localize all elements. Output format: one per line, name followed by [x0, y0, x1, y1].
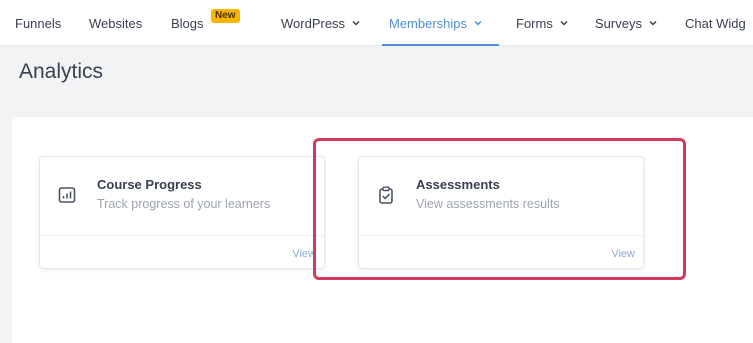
nav-item-label: Surveys	[595, 15, 642, 31]
nav-item-wordpress[interactable]: WordPress	[281, 0, 360, 46]
nav-item-label: Funnels	[15, 15, 62, 31]
nav-item-label: Blogs	[171, 15, 204, 31]
nav-item-forms[interactable]: Forms	[516, 0, 568, 46]
new-badge: New	[211, 9, 240, 23]
clipboard-check-icon	[379, 186, 393, 204]
card-body: Assessments View assessments results	[359, 157, 643, 236]
card-body: Course Progress Track progress of your l…	[40, 157, 324, 236]
card-title: Assessments	[416, 177, 500, 192]
card-title: Course Progress	[97, 177, 202, 192]
nav-item-label: Chat Widg	[685, 15, 746, 31]
page-title: Analytics	[19, 60, 104, 83]
nav-item-surveys[interactable]: Surveys	[595, 0, 657, 46]
card-description: View assessments results	[416, 197, 560, 211]
nav-item-label: Memberships	[389, 15, 468, 31]
card-description: Track progress of your learners	[97, 197, 271, 211]
view-link[interactable]: View	[292, 248, 316, 260]
course-progress-card[interactable]: Course Progress Track progress of your l…	[39, 156, 325, 269]
assessments-card[interactable]: Assessments View assessments results Vie…	[358, 156, 644, 269]
nav-item-label: Forms	[516, 15, 553, 31]
nav-item-chat-widget[interactable]: Chat Widg	[685, 0, 746, 46]
nav-item-label: Websites	[89, 15, 143, 31]
chevron-down-icon	[560, 20, 568, 26]
top-navigation: Funnels Websites Blogs New WordPress Mem…	[0, 0, 753, 46]
chevron-down-icon	[649, 20, 657, 26]
chevron-down-icon	[474, 20, 482, 26]
chevron-down-icon	[352, 20, 360, 26]
chart-icon	[58, 187, 76, 203]
nav-item-websites[interactable]: Websites	[89, 0, 142, 46]
nav-item-funnels[interactable]: Funnels	[15, 0, 61, 46]
view-link[interactable]: View	[611, 248, 635, 260]
nav-item-label: WordPress	[281, 15, 346, 31]
nav-item-blogs[interactable]: Blogs	[171, 0, 204, 46]
nav-item-memberships[interactable]: Memberships	[389, 0, 482, 46]
active-tab-indicator	[382, 44, 499, 46]
